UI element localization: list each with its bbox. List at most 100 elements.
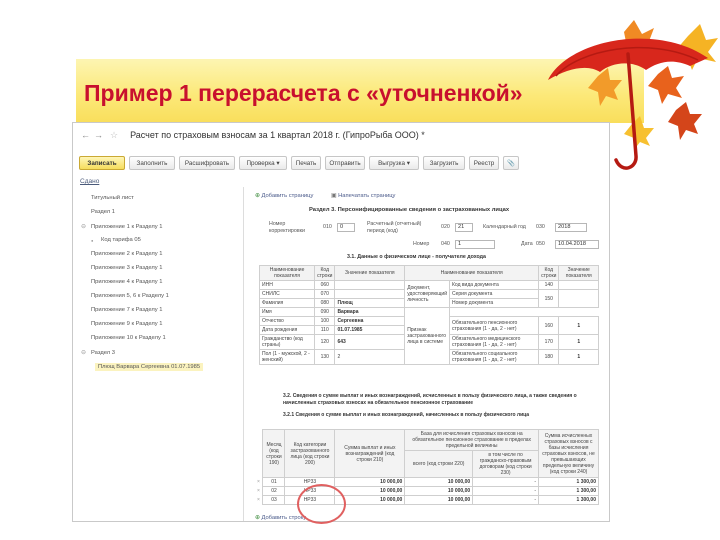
value-cell[interactable]: 1 bbox=[558, 349, 599, 365]
column-header: Сумма выплат и иных вознаграждений (код … bbox=[334, 429, 406, 478]
value-cell[interactable] bbox=[334, 280, 406, 290]
fill-button[interactable]: Заполнить bbox=[129, 156, 175, 170]
gpd-cell[interactable]: - bbox=[472, 477, 540, 487]
sidebar-item-person[interactable]: Плющ Варвара Сергеевна 01.07.1985 bbox=[95, 363, 204, 371]
base-cell[interactable]: 10 000,00 bbox=[404, 486, 474, 496]
subsection-3-2-1: 3.2.1 Сведения о сумме выплат и иных воз… bbox=[283, 412, 530, 418]
register-button[interactable]: Реестр bbox=[469, 156, 499, 170]
value-cell[interactable]: 643 bbox=[334, 334, 406, 350]
date-field[interactable]: 10.04.2018 bbox=[555, 240, 599, 249]
delete-row-icon[interactable]: × bbox=[255, 487, 263, 496]
gpd-cell[interactable]: - bbox=[472, 495, 540, 505]
value-cell[interactable]: 1 bbox=[558, 316, 599, 335]
submitted-link[interactable]: Сдано bbox=[80, 178, 99, 185]
spacer-cell bbox=[450, 308, 599, 317]
base-cell[interactable]: 10 000,00 bbox=[404, 495, 474, 505]
add-row-link[interactable]: ⊕ Добавить строку bbox=[255, 515, 306, 521]
back-arrow-icon[interactable]: ← bbox=[79, 130, 92, 140]
forward-arrow-icon[interactable]: → bbox=[92, 130, 105, 140]
decode-button[interactable]: Расшифровать bbox=[179, 156, 235, 170]
sidebar-item-appendix-5-6[interactable]: Приложения 5, 6 к Разделу 1 bbox=[81, 293, 169, 299]
sidebar-item-label: Раздел 1 bbox=[91, 209, 115, 215]
correction-number-field[interactable]: 0 bbox=[337, 223, 355, 232]
table-row: Имя 090 Варвара Признак застрахованного ли… bbox=[258, 307, 599, 365]
sidebar-item-appendix-10[interactable]: Приложение 10 к Разделу 1 bbox=[81, 335, 166, 341]
add-page-label: Добавить страницу bbox=[261, 193, 314, 199]
column-header: всего (код строки 220) bbox=[404, 450, 474, 478]
delete-row-icon[interactable]: × bbox=[255, 478, 263, 487]
sidebar-item-tariff-code[interactable]: ● Код тарифа 05 bbox=[91, 237, 141, 243]
collapse-icon[interactable]: ⊖ bbox=[81, 349, 91, 356]
number-field[interactable]: 1 bbox=[455, 240, 495, 249]
month-cell[interactable]: 01 bbox=[262, 477, 286, 487]
sidebar-item-label: Приложение 3 к Разделу 1 bbox=[91, 265, 163, 271]
value-cell[interactable]: Плющ bbox=[334, 298, 406, 308]
period-code: 020 bbox=[441, 224, 450, 230]
month-cell[interactable]: 03 bbox=[262, 495, 286, 505]
send-button[interactable]: Отправить bbox=[325, 156, 365, 170]
gpd-cell[interactable]: - bbox=[472, 486, 540, 496]
column-header: Код строки bbox=[314, 265, 336, 281]
delete-row-icon[interactable]: × bbox=[255, 496, 263, 505]
number-label: Номер bbox=[413, 241, 430, 247]
print-button[interactable]: Печать bbox=[291, 156, 321, 170]
value-cell[interactable] bbox=[558, 280, 599, 290]
sum-cell[interactable]: 10 000,00 bbox=[334, 486, 406, 496]
value-cell[interactable]: 01.07.1985 bbox=[334, 325, 406, 335]
attach-icon[interactable]: 📎 bbox=[503, 156, 519, 170]
save-button[interactable]: Записать bbox=[79, 156, 125, 170]
period-field[interactable]: 21 bbox=[455, 223, 473, 232]
collapse-icon[interactable]: ⊖ bbox=[81, 223, 91, 230]
year-label: Календарный год bbox=[483, 224, 526, 230]
sidebar-item-label: Приложение 10 к Разделу 1 bbox=[91, 335, 166, 341]
contribution-cell[interactable]: 1 300,00 bbox=[538, 486, 599, 496]
sidebar-item-appendix-7[interactable]: Приложение 7 к Разделу 1 bbox=[81, 307, 162, 313]
sidebar-item-label: Приложение 4 к Разделу 1 bbox=[91, 279, 163, 285]
check-dropdown-button[interactable]: Проверка ▾ bbox=[239, 156, 287, 170]
print-page-link[interactable]: ▣ Напечатать страницу bbox=[331, 193, 395, 199]
window-header: ← → ☆ Расчет по страховым взносам за 1 к… bbox=[73, 123, 609, 147]
row-name: Обязательного социального страхования (1… bbox=[448, 349, 540, 365]
column-header: Наименование показателя bbox=[258, 265, 316, 281]
sidebar-item-appendix-4[interactable]: Приложение 4 к Разделу 1 bbox=[81, 279, 162, 285]
sidebar-item-title-page[interactable]: Титульный лист bbox=[81, 195, 134, 201]
value-cell[interactable]: Варвара bbox=[334, 307, 406, 317]
row-name: Код вида документа bbox=[448, 280, 540, 290]
table-row: × 01 НР33 10 000,00 10 000,00 - 1 300,00 bbox=[255, 477, 599, 487]
value-cell[interactable]: 1 bbox=[558, 334, 599, 350]
corr-code: 010 bbox=[323, 224, 332, 230]
presentation-slide: Пример 1 перерасчета с «уточненкой» ← → … bbox=[0, 0, 720, 540]
sidebar-item-appendix-9[interactable]: Приложение 9 к Разделу 1 bbox=[81, 321, 162, 327]
value-cell[interactable] bbox=[334, 289, 406, 299]
sidebar-item-appendix-1[interactable]: ⊖ Приложение 1 к Разделу 1 bbox=[81, 223, 162, 231]
sidebar-item-appendix-3[interactable]: Приложение 3 к Разделу 1 bbox=[81, 265, 162, 271]
month-cell[interactable]: 02 bbox=[262, 486, 286, 496]
column-header: Сумма исчисленных страховых взносов с ба… bbox=[538, 429, 599, 478]
export-dropdown-button[interactable]: Выгрузка ▾ bbox=[369, 156, 419, 170]
sidebar-item-label: Код тарифа 05 bbox=[101, 237, 141, 243]
value-cell[interactable] bbox=[558, 289, 599, 308]
contribution-cell[interactable]: 1 300,00 bbox=[538, 477, 599, 487]
row-name: Номер документа bbox=[448, 298, 540, 308]
year-field[interactable]: 2018 bbox=[555, 223, 587, 232]
value-cell[interactable]: Сергеевна bbox=[334, 316, 406, 326]
base-cell[interactable]: 10 000,00 bbox=[404, 477, 474, 487]
star-icon[interactable]: ☆ bbox=[110, 130, 118, 141]
value-cell[interactable]: 2 bbox=[334, 349, 406, 365]
personal-data-table: Наименование показателя Код строки Значе… bbox=[258, 265, 599, 365]
form-content: ⊕ Добавить страницу ▣ Напечатать страниц… bbox=[249, 187, 609, 521]
sidebar-item-section-3[interactable]: ⊖ Раздел 3 bbox=[81, 349, 115, 357]
import-button[interactable]: Загрузить bbox=[423, 156, 465, 170]
subsection-3-1: 3.1. Данные о физическом лице - получате… bbox=[347, 254, 486, 260]
sidebar-item-label: Приложение 7 к Разделу 1 bbox=[91, 307, 163, 313]
sidebar-item-section-1[interactable]: Раздел 1 bbox=[81, 209, 115, 215]
add-page-link[interactable]: ⊕ Добавить страницу bbox=[255, 193, 313, 199]
sidebar-item-label: Плющ Варвара Сергеевна 01.07.1985 bbox=[98, 364, 201, 370]
sections-sidebar: Титульный лист Раздел 1 ⊖ Приложение 1 к … bbox=[73, 187, 241, 521]
contribution-cell[interactable]: 1 300,00 bbox=[538, 495, 599, 505]
date-code: 050 bbox=[536, 241, 545, 247]
panel-splitter[interactable] bbox=[243, 187, 244, 521]
row-name: СНИЛС bbox=[258, 289, 316, 299]
sum-cell[interactable]: 10 000,00 bbox=[334, 477, 406, 487]
sidebar-item-appendix-2[interactable]: Приложение 2 к Разделу 1 bbox=[81, 251, 162, 257]
